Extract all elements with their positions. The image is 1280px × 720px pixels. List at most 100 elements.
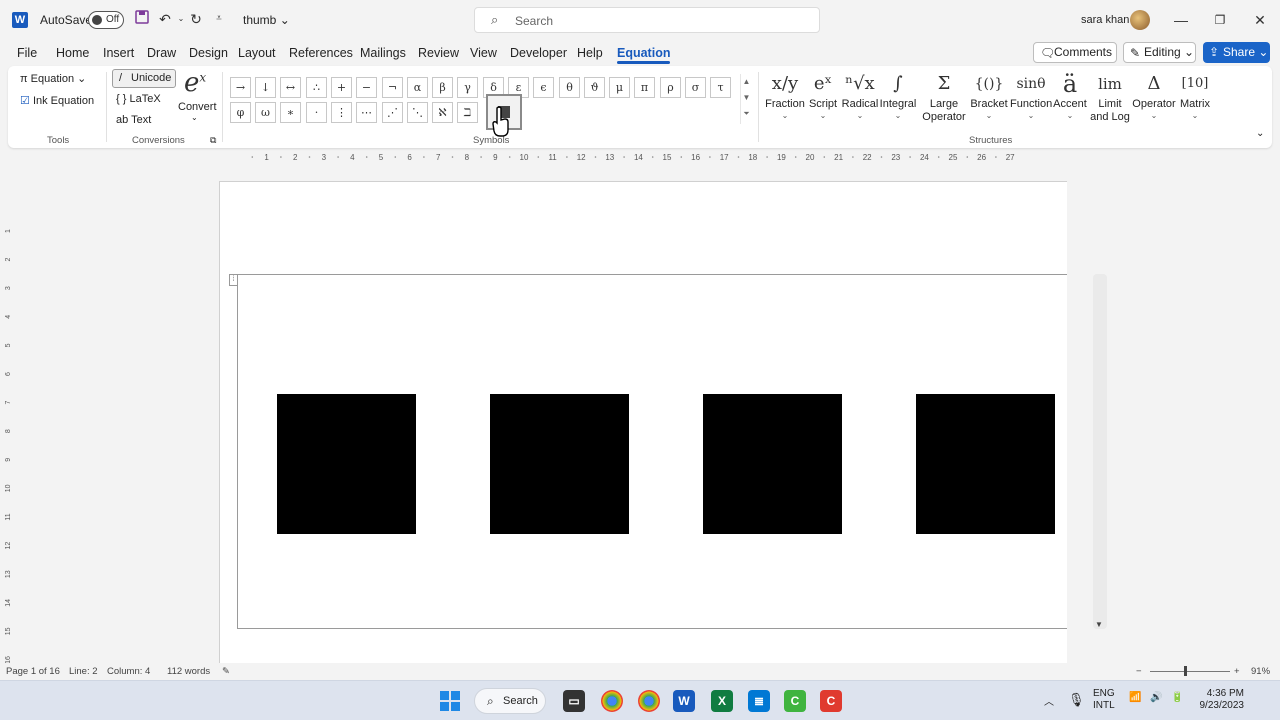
text-button[interactable]: ab Text (116, 114, 151, 126)
black-square-shape[interactable] (490, 394, 629, 534)
symbol-button[interactable]: + (331, 77, 352, 98)
symbol-button[interactable]: ¬ (382, 77, 403, 98)
tab-design[interactable]: Design (189, 46, 228, 60)
symbol-button[interactable]: π (634, 77, 655, 98)
camtasia-editor-icon[interactable]: C (820, 690, 842, 712)
volume-icon[interactable]: 🔊 (1150, 692, 1162, 703)
integral-button[interactable]: ∫ Integral ⌄ (878, 70, 918, 121)
convert-icon[interactable]: ex (184, 68, 206, 98)
zoom-in-icon[interactable]: + (1234, 666, 1240, 677)
symbol-button[interactable]: ρ (660, 77, 681, 98)
excel-taskbar-icon[interactable]: X (711, 690, 733, 712)
black-square-shape[interactable] (277, 394, 416, 534)
accent-button[interactable]: ä Accent ⌄ (1052, 70, 1088, 121)
tab-mailings[interactable]: Mailings (360, 46, 406, 60)
page-count[interactable]: Page 1 of 16 (6, 666, 60, 677)
symbol-button[interactable]: ↔ (280, 77, 301, 98)
symbol-button[interactable]: ⋱ (407, 102, 428, 123)
camtasia-recorder-icon[interactable]: C (784, 690, 806, 712)
symbol-button[interactable]: ∗ (280, 102, 301, 123)
symbol-button[interactable]: ω (255, 102, 276, 123)
limit-and-log-button[interactable]: lim Limit and Log (1088, 70, 1132, 124)
tab-layout[interactable]: Layout (238, 46, 276, 60)
symbol-button[interactable]: σ (685, 77, 706, 98)
scroll-down-icon[interactable]: ▼ (1095, 620, 1103, 629)
symbol-button[interactable]: → (230, 77, 251, 98)
chrome-profile-icon[interactable] (638, 690, 660, 712)
restore-icon[interactable]: ❐ (1210, 10, 1230, 30)
close-icon[interactable]: ✕ (1250, 10, 1270, 30)
notepad-icon[interactable]: ≣ (748, 690, 770, 712)
zoom-slider-thumb[interactable] (1184, 666, 1187, 676)
tab-insert[interactable]: Insert (103, 46, 134, 60)
save-icon[interactable] (133, 10, 151, 28)
symbol-button[interactable]: ⋮ (331, 102, 352, 123)
customize-toolbar-icon[interactable]: ⩡ (210, 10, 228, 28)
redo-icon[interactable]: ↻ (187, 10, 205, 28)
tab-references[interactable]: References (289, 46, 353, 60)
tab-file[interactable]: File (17, 46, 37, 60)
chrome-icon[interactable] (601, 690, 623, 712)
tab-draw[interactable]: Draw (147, 46, 176, 60)
scroll-down-icon[interactable]: ▼ (741, 90, 752, 106)
autosave-toggle[interactable]: Off (88, 11, 124, 29)
black-square-shape[interactable] (703, 394, 842, 534)
radical-button[interactable]: ⁿ√x Radical ⌄ (840, 70, 880, 121)
symbol-button[interactable]: ↓ (255, 77, 276, 98)
vertical-ruler[interactable]: 1 2 3 4 5 6 7 8 9 10 11 12 13 14 15 16 (4, 195, 16, 665)
symbol-button[interactable]: ℵ (432, 102, 453, 123)
minimize-icon[interactable]: — (1171, 10, 1191, 30)
symbol-button[interactable]: − (356, 77, 377, 98)
operator-button[interactable]: Δ Operator ⌄ (1132, 70, 1176, 121)
script-button[interactable]: eˣ Script ⌄ (808, 70, 838, 121)
large-operator-button[interactable]: Σ Large Operator (922, 70, 966, 124)
symbol-button[interactable]: φ (230, 102, 251, 123)
convert-label[interactable]: Convert (178, 101, 217, 113)
proofing-icon[interactable]: ✎ (222, 666, 230, 677)
share-button[interactable]: ⇪ Share ⌄ (1203, 42, 1270, 63)
zoom-out-icon[interactable]: − (1136, 666, 1142, 677)
symbol-button[interactable]: τ (710, 77, 731, 98)
clock[interactable]: 4:36 PM 9/23/2023 (1196, 688, 1245, 712)
convert-chevron-icon[interactable]: ⌄ (191, 113, 198, 122)
tab-help[interactable]: Help (577, 46, 603, 60)
unicode-toggle-button[interactable]: / Unicode (112, 69, 176, 88)
zoom-level[interactable]: 91% (1251, 666, 1270, 677)
symbol-button[interactable]: θ (559, 77, 580, 98)
gallery-more-icon[interactable]: ⏷ (741, 106, 752, 122)
collapse-ribbon-icon[interactable]: ⌄ (1256, 128, 1264, 139)
latex-button[interactable]: { } LaTeX (116, 93, 161, 105)
task-view-icon[interactable]: ▭ (563, 690, 585, 712)
symbol-button[interactable]: ⋰ (382, 102, 403, 123)
language-indicator[interactable]: ENG INTL (1093, 688, 1115, 712)
taskbar-search[interactable]: ⌕ Search (474, 688, 546, 714)
user-name[interactable]: sara khan (1081, 14, 1129, 26)
battery-icon[interactable]: 🔋 (1171, 692, 1183, 703)
microphone-icon[interactable]: 🎙 (1068, 692, 1085, 708)
wifi-icon[interactable]: 📶 (1129, 692, 1141, 703)
table-move-handle-icon[interactable]: ⁞ (229, 274, 238, 286)
fraction-button[interactable]: x/y Fraction ⌄ (764, 70, 806, 121)
dialog-launcher-icon[interactable]: ⧉ (210, 135, 216, 146)
word-taskbar-icon[interactable]: W (673, 690, 695, 712)
symbol-button[interactable]: β (432, 77, 453, 98)
matrix-button[interactable]: [10] Matrix ⌄ (1176, 70, 1214, 121)
tab-view[interactable]: View (470, 46, 497, 60)
scroll-up-icon[interactable]: ▲ (741, 74, 752, 90)
windows-start-icon[interactable] (439, 690, 461, 712)
function-button[interactable]: sinθ Function ⌄ (1010, 70, 1052, 121)
black-square-shape[interactable] (916, 394, 1055, 534)
comments-button[interactable]: 🗨 Comments (1033, 42, 1117, 63)
tab-developer[interactable]: Developer (510, 46, 567, 60)
symbol-button[interactable]: γ (457, 77, 478, 98)
bracket-button[interactable]: {()} Bracket ⌄ (970, 70, 1008, 121)
symbol-button[interactable]: ϑ (584, 77, 605, 98)
symbol-button[interactable]: · (306, 102, 327, 123)
tab-review[interactable]: Review (418, 46, 459, 60)
editing-mode-button[interactable]: ✎ Editing ⌄ (1123, 42, 1196, 63)
symbol-gallery-scroll[interactable]: ▲ ▼ ⏷ (740, 74, 752, 124)
word-count[interactable]: 112 words (167, 666, 210, 677)
document-title[interactable]: thumb ⌄ (243, 13, 290, 27)
symbol-button[interactable]: ϵ (533, 77, 554, 98)
ink-equation-button[interactable]: ☑ Ink Equation (20, 94, 94, 107)
